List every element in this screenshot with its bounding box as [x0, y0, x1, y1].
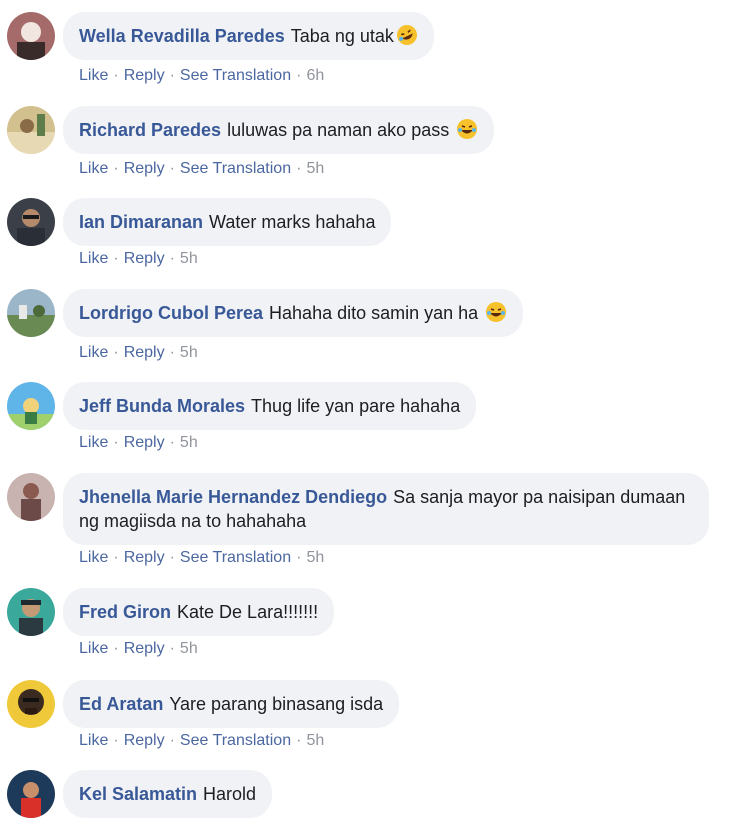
- comment-text: Water marks hahaha: [209, 212, 376, 232]
- comment-actions: Like · Reply · See Translation · 5h: [79, 548, 324, 568]
- comment-bubble: Ian Dimaranan Water marks hahaha: [63, 198, 392, 246]
- avatar[interactable]: [7, 680, 55, 728]
- rofl-emoji-icon: [396, 25, 417, 45]
- see-translation-link[interactable]: See Translation: [180, 732, 291, 749]
- avatar[interactable]: [7, 106, 55, 154]
- comment-text: Hahaha dito samin yan ha: [269, 303, 484, 323]
- comment-bubble: Jeff Bunda Morales Thug life yan pare hah…: [63, 382, 477, 430]
- comment-bubble: Ed Aratan Yare parang binasang isda: [63, 680, 400, 728]
- comment-time[interactable]: 5h: [306, 160, 324, 177]
- separator: ·: [169, 160, 175, 177]
- avatar[interactable]: [7, 588, 55, 636]
- comment-bubble: Kel Salamatin Harold: [63, 770, 273, 818]
- comment-actions: Like · Reply · 5h: [79, 639, 198, 659]
- separator: ·: [169, 549, 175, 566]
- avatar[interactable]: [7, 382, 55, 430]
- comment-text: Taba ng utak: [290, 26, 394, 46]
- comment-time[interactable]: 5h: [180, 344, 198, 361]
- comment-author[interactable]: Kel Salamatin: [79, 784, 197, 804]
- comment-bubble: Wella Revadilla Paredes Taba ng utak: [63, 12, 434, 60]
- separator: ·: [113, 549, 119, 566]
- comment-text: Thug life yan pare hahaha: [251, 396, 461, 416]
- separator: ·: [113, 434, 119, 451]
- separator: ·: [296, 160, 302, 177]
- comment-actions: Like · Reply · See Translation · 5h: [79, 731, 324, 751]
- reply-button[interactable]: Reply: [124, 640, 165, 657]
- like-button[interactable]: Like: [79, 549, 108, 566]
- comment-time[interactable]: 5h: [180, 250, 198, 267]
- reply-button[interactable]: Reply: [124, 67, 165, 84]
- joy-emoji-icon: [457, 119, 478, 139]
- comment-bubble: Fred Giron Kate De Lara!!!!!!!: [63, 588, 335, 636]
- avatar[interactable]: [7, 473, 55, 521]
- separator: ·: [113, 250, 119, 267]
- like-button[interactable]: Like: [79, 732, 108, 749]
- separator: ·: [113, 67, 119, 84]
- comment-author[interactable]: Fred Giron: [79, 602, 171, 622]
- reply-button[interactable]: Reply: [124, 434, 165, 451]
- comment-actions: Like · Reply · 5h: [79, 249, 198, 269]
- separator: ·: [296, 67, 302, 84]
- comment-bubble: Lordrigo Cubol Perea Hahaha dito samin ya…: [63, 289, 524, 337]
- separator: ·: [296, 732, 302, 749]
- like-button[interactable]: Like: [79, 67, 108, 84]
- comment-time[interactable]: 5h: [180, 640, 198, 657]
- comment-author[interactable]: Lordrigo Cubol Perea: [79, 303, 263, 323]
- comment-author[interactable]: Richard Paredes: [79, 120, 221, 140]
- avatar[interactable]: [7, 12, 55, 60]
- comment-author[interactable]: Jeff Bunda Morales: [79, 396, 245, 416]
- comment-time[interactable]: 6h: [306, 67, 324, 84]
- reply-button[interactable]: Reply: [124, 250, 165, 267]
- comment-actions: Like · Reply · 5h: [79, 343, 198, 363]
- separator: ·: [169, 67, 175, 84]
- separator: ·: [169, 640, 175, 657]
- separator: ·: [169, 344, 175, 361]
- like-button[interactable]: Like: [79, 434, 108, 451]
- comment-author[interactable]: Jhenella Marie Hernandez Dendiego: [79, 487, 387, 507]
- comment-actions: Like · Reply · See Translation · 5h: [79, 159, 324, 179]
- reply-button[interactable]: Reply: [124, 344, 165, 361]
- avatar[interactable]: [7, 198, 55, 246]
- comment-time[interactable]: 5h: [306, 732, 324, 749]
- see-translation-link[interactable]: See Translation: [180, 67, 291, 84]
- reply-button[interactable]: Reply: [124, 732, 165, 749]
- see-translation-link[interactable]: See Translation: [180, 549, 291, 566]
- comment-actions: Like · Reply · 5h: [79, 433, 198, 453]
- separator: ·: [169, 732, 175, 749]
- separator: ·: [169, 250, 175, 267]
- comment-author[interactable]: Ian Dimaranan: [79, 212, 203, 232]
- joy-emoji-icon: [486, 302, 507, 322]
- comment-time[interactable]: 5h: [180, 434, 198, 451]
- separator: ·: [113, 160, 119, 177]
- separator: ·: [296, 549, 302, 566]
- comment-text: Yare parang binasang isda: [169, 694, 384, 714]
- avatar[interactable]: [7, 770, 55, 818]
- comment-actions: Like · Reply · See Translation · 6h: [79, 66, 324, 86]
- separator: ·: [113, 640, 119, 657]
- separator: ·: [113, 732, 119, 749]
- separator: ·: [169, 434, 175, 451]
- like-button[interactable]: Like: [79, 250, 108, 267]
- like-button[interactable]: Like: [79, 344, 108, 361]
- avatar[interactable]: [7, 289, 55, 337]
- comment-bubble: Jhenella Marie Hernandez Dendiego Sa sanj…: [63, 473, 709, 545]
- comment-text: Harold: [203, 784, 257, 804]
- comment-author[interactable]: Ed Aratan: [79, 694, 163, 714]
- comment-bubble: Richard Paredes luluwas pa naman ako pass: [63, 106, 495, 154]
- reply-button[interactable]: Reply: [124, 549, 165, 566]
- separator: ·: [113, 344, 119, 361]
- like-button[interactable]: Like: [79, 640, 108, 657]
- comment-text: luluwas pa naman ako pass: [227, 120, 455, 140]
- comment-time[interactable]: 5h: [306, 549, 324, 566]
- like-button[interactable]: Like: [79, 160, 108, 177]
- reply-button[interactable]: Reply: [124, 160, 165, 177]
- comment-author[interactable]: Wella Revadilla Paredes: [79, 26, 285, 46]
- see-translation-link[interactable]: See Translation: [180, 160, 291, 177]
- comment-text: Kate De Lara!!!!!!!: [177, 602, 319, 622]
